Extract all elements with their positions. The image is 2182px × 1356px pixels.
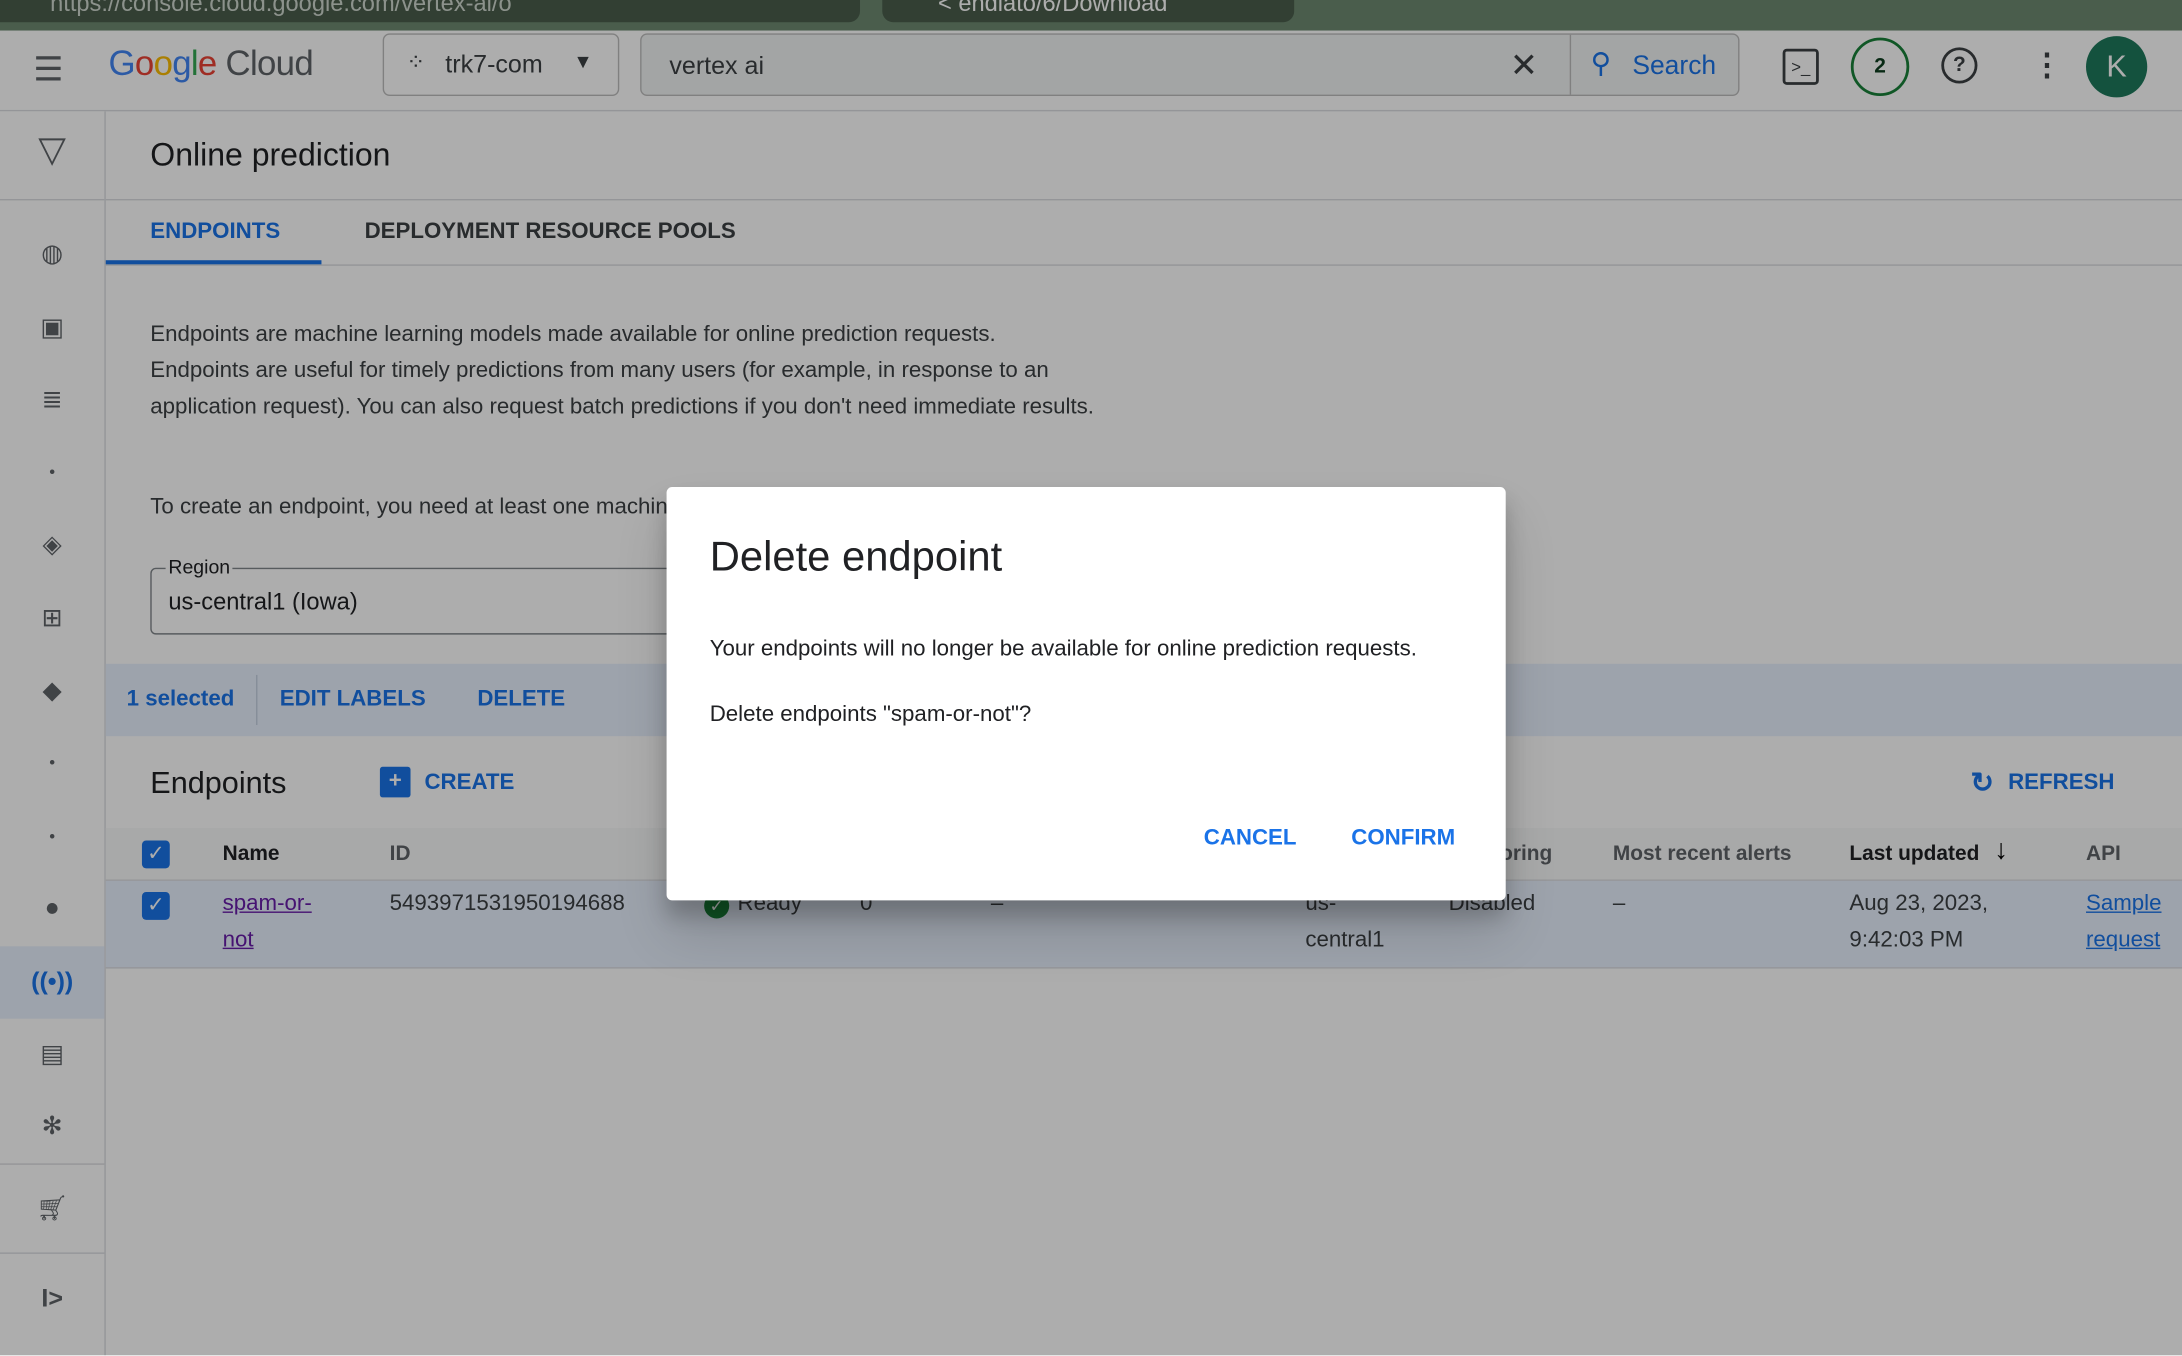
screen: https://console.cloud.google.com/vertex-… [0,0,2182,1356]
dialog-question: Delete endpoints "spam-or-not"? [709,702,1032,727]
cancel-button[interactable]: CANCEL [1204,827,1297,852]
confirm-button[interactable]: CONFIRM [1351,827,1455,852]
dialog-title: Delete endpoint [709,534,1003,581]
delete-endpoint-dialog: Delete endpoint Your endpoints will no l… [666,487,1506,901]
dialog-message: Your endpoints will no longer be availab… [709,637,1417,662]
